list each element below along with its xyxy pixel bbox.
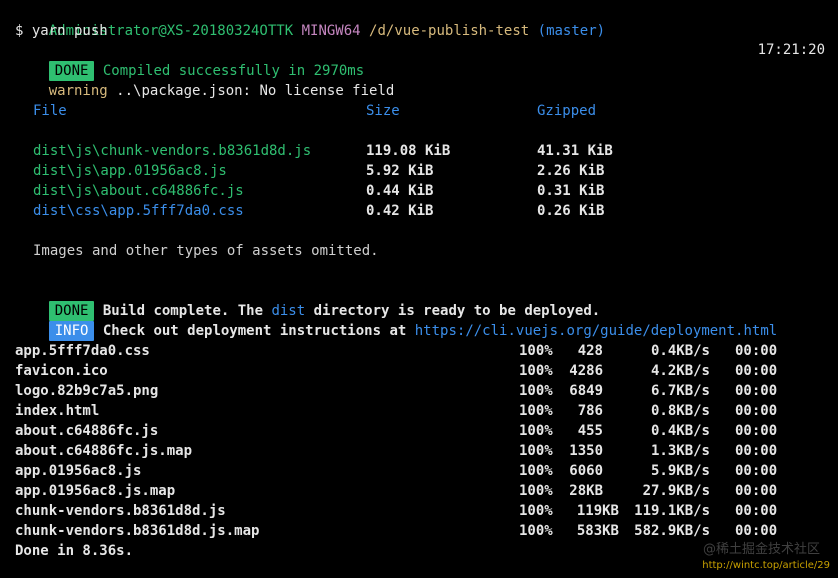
build-complete-line: DONE Build complete. The dist directory … [15, 281, 600, 321]
upload-eta: 00:00 [735, 523, 778, 539]
asset-size: 0.42 KiB [366, 203, 434, 219]
upload-eta: 00:00 [735, 463, 778, 479]
upload-percent: 100% [519, 483, 553, 499]
upload-size: 455 [577, 423, 603, 439]
upload-size: 28KB [569, 483, 603, 499]
upload-percent: 100% [519, 403, 553, 419]
upload-speed: 1.3KB/s [650, 443, 710, 459]
asset-size: 5.92 KiB [366, 163, 434, 179]
asset-file: dist\js\app.01956ac8.js [33, 163, 227, 179]
asset-gzip: 0.31 KiB [537, 183, 605, 199]
upload-speed: 582.9KB/s [634, 523, 710, 539]
asset-gzip: 2.26 KiB [537, 163, 605, 179]
header-file: File [33, 103, 67, 119]
upload-eta: 00:00 [735, 483, 778, 499]
asset-file: dist\js\about.c64886fc.js [33, 183, 244, 199]
compile-timestamp: 17:21:20 [757, 42, 825, 58]
warning-label: warning [48, 83, 108, 99]
upload-speed: 0.4KB/s [650, 343, 710, 359]
upload-size: 119KB [576, 503, 619, 519]
prompt-path: /d/vue-publish-test [369, 23, 530, 39]
asset-size: 119.08 KiB [366, 143, 451, 159]
prompt-line: Administrator@XS-20180324OTTK MINGW64 /d… [15, 1, 605, 39]
done-line: Done in 8.36s. [15, 543, 134, 559]
asset-gzip: 0.26 KiB [537, 203, 605, 219]
upload-size: 428 [577, 343, 603, 359]
prompt-shell: MINGW64 [301, 23, 361, 39]
asset-size: 0.44 KiB [366, 183, 434, 199]
upload-speed: 0.8KB/s [650, 403, 710, 419]
upload-percent: 100% [519, 463, 553, 479]
assets-omitted-note: Images and other types of assets omitted… [33, 243, 379, 259]
upload-file-name: favicon.ico [15, 363, 108, 379]
upload-eta: 00:00 [735, 383, 778, 399]
watermark-url: http://wintc.top/article/29 [702, 560, 830, 571]
upload-file-name: app.01956ac8.js [15, 463, 142, 479]
upload-eta: 00:00 [735, 343, 778, 359]
upload-percent: 100% [519, 443, 553, 459]
upload-file-name: about.c64886fc.js.map [15, 443, 193, 459]
upload-size: 1350 [569, 443, 603, 459]
upload-file-name: about.c64886fc.js [15, 423, 159, 439]
warning-message: ..\package.json: No license field [116, 83, 395, 99]
upload-file-name: chunk-vendors.b8361d8d.js.map [15, 523, 260, 539]
upload-file-name: logo.82b9c7a5.png [15, 383, 159, 399]
upload-percent: 100% [519, 503, 553, 519]
upload-size: 786 [577, 403, 603, 419]
upload-size: 583KB [576, 523, 619, 539]
upload-speed: 27.9KB/s [642, 483, 710, 499]
deployment-link[interactable]: https://cli.vuejs.org/guide/deployment.h… [415, 323, 777, 339]
upload-file-name: index.html [15, 403, 100, 419]
prompt-branch: (master) [537, 23, 606, 39]
upload-speed: 119.1KB/s [634, 503, 710, 519]
asset-gzip: 41.31 KiB [537, 143, 613, 159]
info-line: INFO Check out deployment instructions a… [15, 301, 777, 341]
upload-eta: 00:00 [735, 403, 778, 419]
upload-speed: 0.4KB/s [650, 423, 710, 439]
upload-eta: 00:00 [735, 363, 778, 379]
upload-size: 6060 [569, 463, 603, 479]
header-gzipped: Gzipped [537, 103, 597, 119]
info-message: Check out deployment instructions at [102, 323, 415, 339]
upload-file-name: app.5fff7da0.css [15, 343, 150, 359]
asset-file: dist\css\app.5fff7da0.css [33, 203, 244, 219]
upload-percent: 100% [519, 343, 553, 359]
terminal-window[interactable]: Administrator@XS-20180324OTTK MINGW64 /d… [0, 0, 838, 578]
upload-percent: 100% [519, 523, 553, 539]
warning-line: warning ..\package.json: No license fiel… [15, 61, 395, 99]
upload-eta: 00:00 [735, 443, 778, 459]
info-badge: INFO [48, 321, 95, 341]
command-line: $ yarn push [15, 23, 108, 39]
asset-file: dist\js\chunk-vendors.b8361d8d.js [33, 143, 312, 159]
upload-percent: 100% [519, 423, 553, 439]
upload-speed: 4.2KB/s [650, 363, 710, 379]
upload-speed: 6.7KB/s [650, 383, 710, 399]
upload-file-name: chunk-vendors.b8361d8d.js [15, 503, 226, 519]
upload-file-name: app.01956ac8.js.map [15, 483, 176, 499]
upload-percent: 100% [519, 363, 553, 379]
upload-size: 6849 [569, 383, 603, 399]
upload-speed: 5.9KB/s [650, 463, 710, 479]
header-size: Size [366, 103, 400, 119]
upload-percent: 100% [519, 383, 553, 399]
upload-size: 4286 [569, 363, 603, 379]
upload-eta: 00:00 [735, 503, 778, 519]
upload-eta: 00:00 [735, 423, 778, 439]
compile-status-line: DONE Compiled successfully in 2970ms [15, 41, 364, 81]
